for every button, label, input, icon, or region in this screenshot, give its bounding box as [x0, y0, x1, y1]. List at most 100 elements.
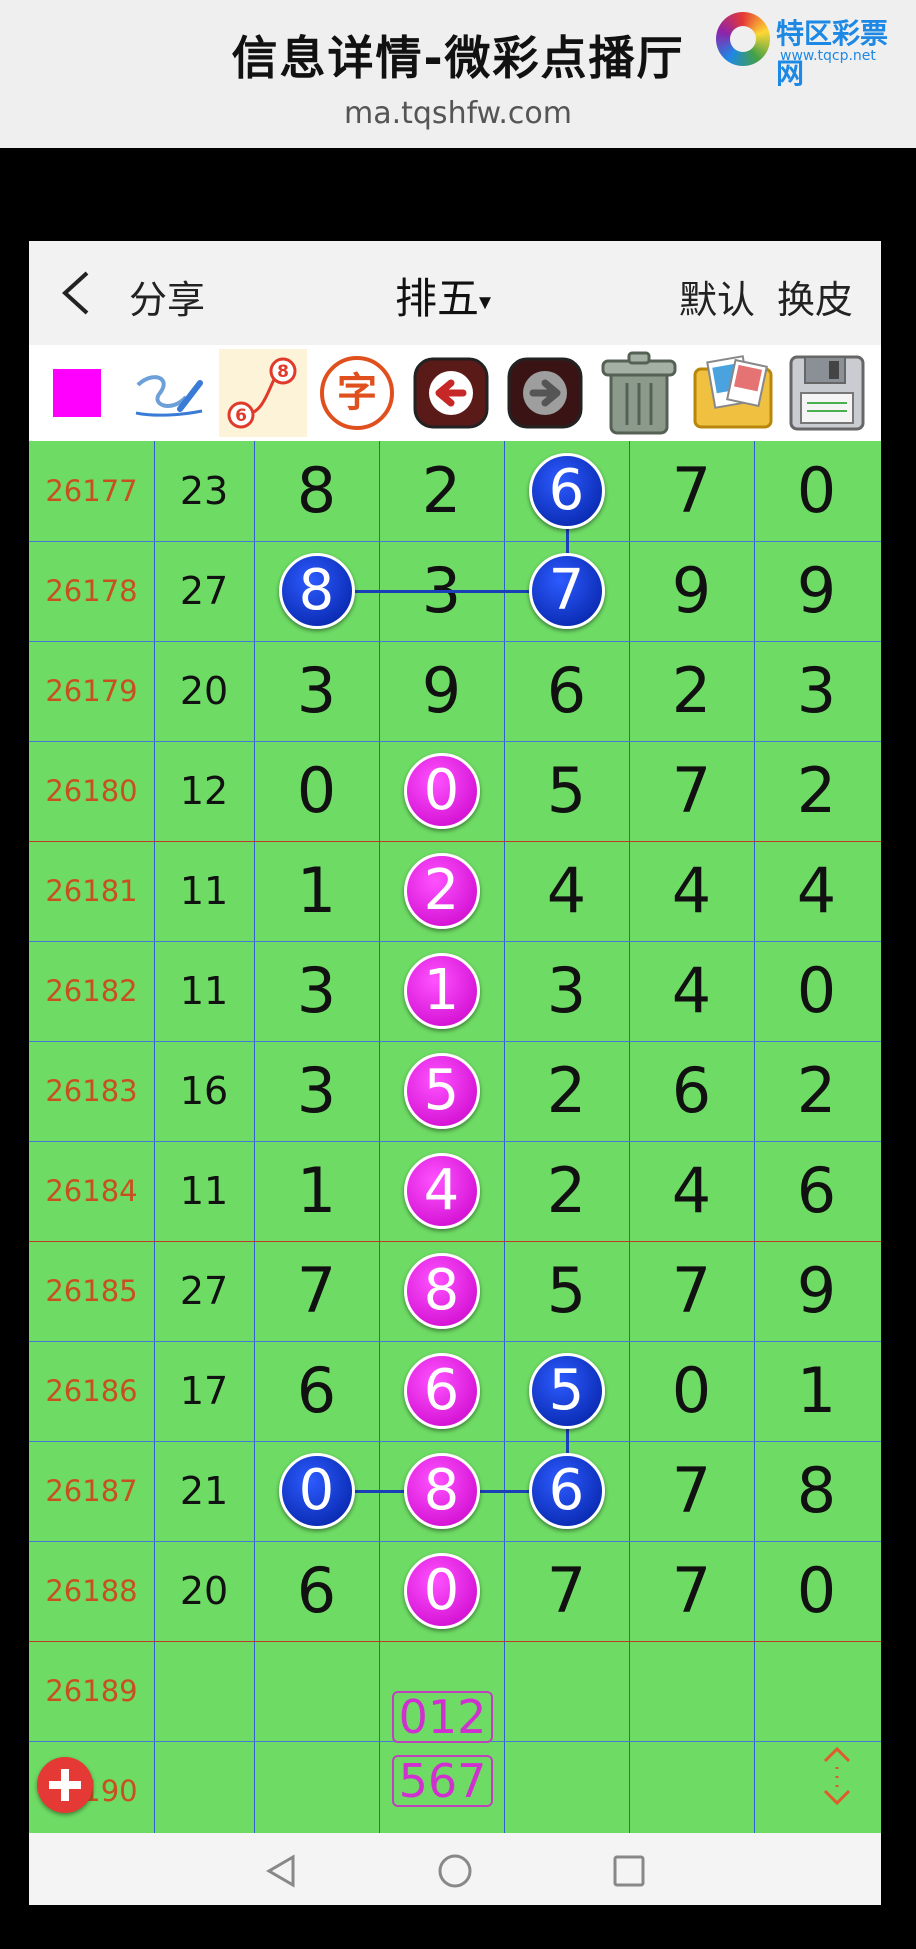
zi-character-icon[interactable]: 字	[313, 349, 401, 437]
digit-cell[interactable]: 2	[629, 641, 754, 741]
digit-cell[interactable]: 7	[629, 1241, 754, 1341]
digit-cell[interactable]	[629, 1641, 754, 1741]
digit-cell[interactable]: 2	[379, 441, 504, 541]
trash-bin-icon[interactable]	[595, 349, 683, 437]
digit-cell[interactable]: 0	[629, 1341, 754, 1441]
pink-ball-digit[interactable]: 6	[403, 1353, 480, 1429]
share-button[interactable]: 分享	[129, 269, 205, 324]
pink-ball-digit[interactable]: 8	[403, 1253, 480, 1329]
digit-cell[interactable]: 0	[754, 441, 879, 541]
change-skin-button[interactable]: 换皮	[777, 269, 853, 324]
row-divider	[29, 741, 881, 742]
digit-cell[interactable]: 3	[254, 641, 379, 741]
zi-badge: 字	[320, 356, 394, 430]
recents-square-icon[interactable]	[609, 1851, 649, 1891]
digit-cell[interactable]: 4	[629, 1141, 754, 1241]
digit-cell[interactable]: 4	[754, 841, 879, 941]
digit-cell[interactable]: 3	[504, 941, 629, 1041]
plus-circle-icon[interactable]	[37, 1757, 93, 1813]
digit-cell[interactable]: 6	[254, 1341, 379, 1441]
digit-cell[interactable]: 6	[504, 641, 629, 741]
digit-cell[interactable]: 1	[254, 841, 379, 941]
issue-number: 26188	[45, 1574, 138, 1608]
digit-cell[interactable]	[754, 1641, 879, 1741]
digit-sum: 11	[179, 969, 229, 1013]
digit-cell[interactable]: 1	[254, 1141, 379, 1241]
digit-cell[interactable]: 1	[754, 1341, 879, 1441]
blue-ball-digit[interactable]: 6	[528, 1453, 605, 1529]
digit-cell[interactable]: 7	[629, 741, 754, 841]
blue-ball-digit[interactable]: 6	[528, 453, 605, 529]
digit-sum: 27	[179, 1269, 229, 1313]
pink-ball-digit[interactable]: 4	[403, 1153, 480, 1229]
digit-sum: 12	[179, 769, 229, 813]
digit-cell[interactable]: 2	[504, 1041, 629, 1141]
tool-bar: 8 6 字	[29, 345, 881, 441]
logo-swirl-icon	[716, 12, 770, 66]
floppy-disk-icon[interactable]	[783, 349, 871, 437]
digit-cell[interactable]: 5	[504, 1241, 629, 1341]
digit-cell[interactable]: 5	[504, 741, 629, 841]
digit-cell[interactable]	[629, 1741, 754, 1841]
column-divider	[754, 441, 755, 1833]
numbered-path-icon[interactable]: 8 6	[219, 349, 307, 437]
digit-cell[interactable]: 4	[629, 841, 754, 941]
home-circle-icon[interactable]	[435, 1851, 475, 1891]
digit-cell[interactable]: 3	[254, 941, 379, 1041]
photo-folder-icon[interactable]	[689, 349, 777, 437]
digit-cell[interactable]: 6	[629, 1041, 754, 1141]
digit-cell[interactable]: 4	[504, 841, 629, 941]
digit-cell[interactable]: 7	[504, 1541, 629, 1641]
pink-ball-digit[interactable]: 8	[403, 1453, 480, 1529]
digit-cell[interactable]: 2	[504, 1141, 629, 1241]
system-nav-bar	[29, 1833, 881, 1905]
row-divider	[29, 1341, 881, 1342]
digit-cell[interactable]: 7	[629, 441, 754, 541]
row-divider	[29, 641, 881, 642]
digit-cell[interactable]: 3	[754, 641, 879, 741]
digit-cell[interactable]: 0	[754, 941, 879, 1041]
blue-ball-digit[interactable]: 8	[278, 553, 355, 629]
digit-cell[interactable]	[504, 1741, 629, 1841]
digit-cell[interactable]: 7	[254, 1241, 379, 1341]
pink-ball-digit[interactable]: 2	[403, 853, 480, 929]
pink-ball-digit[interactable]: 5	[403, 1053, 480, 1129]
digit-cell[interactable]: 9	[379, 641, 504, 741]
color-square-icon[interactable]	[33, 349, 121, 437]
digit-cell[interactable]: 7	[629, 1441, 754, 1541]
digit-cell[interactable]	[254, 1741, 379, 1841]
digit-cell[interactable]: 2	[754, 1041, 879, 1141]
digit-cell[interactable]: 9	[754, 1241, 879, 1341]
blue-ball-digit[interactable]: 7	[528, 553, 605, 629]
digit-cell[interactable]: 2	[754, 741, 879, 841]
up-down-arrows-icon[interactable]	[815, 1743, 859, 1809]
digit-cell[interactable]: 8	[754, 1441, 879, 1541]
digit-cell[interactable]: 0	[254, 741, 379, 841]
row-divider	[29, 1541, 881, 1542]
chevron-left-icon[interactable]	[57, 269, 97, 317]
pink-ball-digit[interactable]: 0	[403, 1553, 480, 1629]
digit-cell[interactable]: 6	[254, 1541, 379, 1641]
digit-cell[interactable]: 7	[629, 1541, 754, 1641]
digit-cell[interactable]	[254, 1641, 379, 1741]
digit-sum: 11	[179, 1169, 229, 1213]
digit-cell[interactable]	[504, 1641, 629, 1741]
digit-cell[interactable]: 4	[629, 941, 754, 1041]
arrow-right-icon[interactable]	[501, 349, 589, 437]
blue-ball-digit[interactable]: 5	[528, 1353, 605, 1429]
back-triangle-icon[interactable]	[261, 1851, 301, 1891]
digit-cell[interactable]: 9	[629, 541, 754, 641]
lottery-type-dropdown[interactable]: 排五▾	[395, 265, 491, 326]
arrow-left-icon[interactable]	[407, 349, 495, 437]
digit-cell[interactable]: 6	[754, 1141, 879, 1241]
pink-ball-digit[interactable]: 0	[403, 753, 480, 829]
signature-pen-icon[interactable]	[125, 349, 213, 437]
blue-ball-digit[interactable]: 0	[278, 1453, 355, 1529]
digit-cell[interactable]: 9	[754, 541, 879, 641]
default-button[interactable]: 默认	[679, 269, 755, 324]
pink-ball-digit[interactable]: 1	[403, 953, 480, 1029]
digit-cell[interactable]: 0	[754, 1541, 879, 1641]
digit-cell[interactable]: 8	[254, 441, 379, 541]
column-divider	[154, 441, 155, 1833]
digit-cell[interactable]: 3	[254, 1041, 379, 1141]
